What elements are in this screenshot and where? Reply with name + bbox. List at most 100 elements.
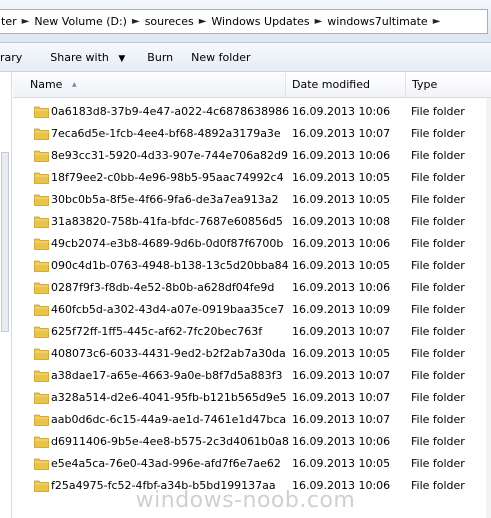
folder-icon <box>34 128 49 140</box>
file-name: e5e4a5ca-76e0-43ad-996e-afd7f6e7ae62 <box>51 457 281 470</box>
file-name: 30bc0b5a-8f5e-4f66-9fa6-de3a7ea913a2 <box>51 193 279 206</box>
file-date-modified: 16.09.2013 10:08 <box>292 215 391 228</box>
list-item[interactable]: aab0d6dc-6c15-44a9-ae1d-7461e1d47bca 16.0… <box>13 409 491 431</box>
file-date-modified: 16.09.2013 10:07 <box>292 413 391 426</box>
folder-icon <box>34 304 49 316</box>
watermark: windows-noob.com <box>135 488 356 513</box>
file-name: 8e93cc31-5920-4d33-907e-744e706a82d9 <box>51 149 288 162</box>
file-name: 625f72ff-1ff5-445c-af62-7fc20bec763f <box>51 325 263 338</box>
file-type: File folder <box>411 193 465 206</box>
folder-icon <box>34 194 49 206</box>
breadcrumb-separator-icon[interactable]: ► <box>313 16 325 27</box>
breadcrumb-windows7ultimate[interactable]: windows7ultimate <box>324 15 430 28</box>
file-type: File folder <box>411 303 465 316</box>
list-item[interactable]: a328a514-d2e6-4041-95fb-b121b565d9e5 16.0… <box>13 387 491 409</box>
file-type: File folder <box>411 105 465 118</box>
list-item[interactable]: 625f72ff-1ff5-445c-af62-7fc20bec763f 16.0… <box>13 321 491 343</box>
list-item[interactable]: d6911406-9b5e-4ee8-b575-2c3d4061b0a8 16.0… <box>13 431 491 453</box>
address-bar: ter ► New Volume (D:) ► soureces ► Windo… <box>0 0 491 43</box>
file-date-modified: 16.09.2013 10:07 <box>292 127 391 140</box>
folder-icon <box>34 414 49 426</box>
folder-icon <box>34 326 49 338</box>
file-date-modified: 16.09.2013 10:05 <box>292 193 391 206</box>
new-folder-button[interactable]: New folder <box>183 51 258 64</box>
column-header-type[interactable]: Type <box>406 73 491 97</box>
folder-icon <box>34 150 49 162</box>
list-item[interactable]: 49cb2074-e3b8-4689-9d6b-0d0f87f6700b 16.0… <box>13 233 491 255</box>
list-item[interactable]: 460fcb5d-a302-43d4-a07e-0919baa35ce7 16.0… <box>13 299 491 321</box>
share-with-label: Share with <box>50 50 109 64</box>
file-name: 460fcb5d-a302-43d4-a07e-0919baa35ce7 <box>51 303 285 316</box>
file-name: aab0d6dc-6c15-44a9-ae1d-7461e1d47bca <box>51 413 287 426</box>
file-type: File folder <box>411 149 465 162</box>
file-date-modified: 16.09.2013 10:05 <box>292 347 391 360</box>
file-date-modified: 16.09.2013 10:06 <box>292 237 391 250</box>
folder-icon <box>34 392 49 404</box>
file-name: 0287f9f3-f8db-4e52-8b0b-a628df04fe9d <box>51 281 275 294</box>
column-header-date-modified[interactable]: Date modified <box>286 73 406 97</box>
folder-icon <box>34 216 49 228</box>
new-folder-label: New folder <box>191 50 251 64</box>
file-name: 18f79ee2-c0bb-4e96-98b5-95aac74992c4 <box>51 171 284 184</box>
folder-icon <box>34 106 49 118</box>
folder-icon <box>34 348 49 360</box>
breadcrumb[interactable]: ter ► New Volume (D:) ► soureces ► Windo… <box>0 9 488 34</box>
list-item[interactable]: e5e4a5ca-76e0-43ad-996e-afd7f6e7ae62 16.0… <box>13 453 491 475</box>
file-type: File folder <box>411 171 465 184</box>
folder-icon <box>34 370 49 382</box>
chevron-down-icon: ▼ <box>118 53 126 64</box>
file-date-modified: 16.09.2013 10:09 <box>292 303 391 316</box>
file-name: 7eca6d5e-1fcb-4ee4-bf68-4892a3179a3e <box>51 127 281 140</box>
file-date-modified: 16.09.2013 10:07 <box>292 325 391 338</box>
list-item[interactable]: 8e93cc31-5920-4d33-907e-744e706a82d9 16.0… <box>13 145 491 167</box>
list-item[interactable]: 0a6183d8-37b9-4e47-a022-4c6878638986 16.0… <box>13 101 491 123</box>
list-item[interactable]: a38dae17-a65e-4663-9a0e-b8f7d5a883f3 16.0… <box>13 365 491 387</box>
file-type: File folder <box>411 127 465 140</box>
breadcrumb-windows-updates[interactable]: Windows Updates <box>208 15 312 28</box>
file-type: File folder <box>411 369 465 382</box>
breadcrumb-separator-icon[interactable]: ► <box>20 16 32 27</box>
column-header-name[interactable]: Name ▲ <box>13 73 286 97</box>
navigation-pane[interactable] <box>0 72 12 518</box>
share-with-button[interactable]: Share with ▼ <box>42 51 133 64</box>
breadcrumb-separator-icon[interactable]: ► <box>197 16 209 27</box>
file-date-modified: 16.09.2013 10:07 <box>292 369 391 382</box>
file-date-modified: 16.09.2013 10:05 <box>292 457 391 470</box>
folder-icon <box>34 260 49 272</box>
file-date-modified: 16.09.2013 10:06 <box>292 281 391 294</box>
list-item[interactable]: 31a83820-758b-41fa-bfdc-7687e60856d5 16.0… <box>13 211 491 233</box>
file-date-modified: 16.09.2013 10:05 <box>292 171 391 184</box>
file-type: File folder <box>411 391 465 404</box>
list-item[interactable]: 18f79ee2-c0bb-4e96-98b5-95aac74992c4 16.0… <box>13 167 491 189</box>
folder-icon <box>34 172 49 184</box>
list-scrollbar[interactable] <box>486 98 491 518</box>
command-bar: rary Share with ▼ Burn New folder <box>0 43 491 72</box>
folder-icon <box>34 436 49 448</box>
list-item[interactable]: 7eca6d5e-1fcb-4ee4-bf68-4892a3179a3e 16.0… <box>13 123 491 145</box>
navigation-scrollbar[interactable] <box>1 152 9 332</box>
file-name: 0a6183d8-37b9-4e47-a022-4c6878638986 <box>51 105 290 118</box>
list-item[interactable]: 090c4d1b-0763-4948-b138-13c5d20bba84 16.0… <box>13 255 491 277</box>
file-name: 49cb2074-e3b8-4689-9d6b-0d0f87f6700b <box>51 237 284 250</box>
file-name: a328a514-d2e6-4041-95fb-b121b565d9e5 <box>51 391 287 404</box>
breadcrumb-separator-icon[interactable]: ► <box>130 16 142 27</box>
list-item[interactable]: 30bc0b5a-8f5e-4f66-9fa6-de3a7ea913a2 16.0… <box>13 189 491 211</box>
list-item[interactable]: 0287f9f3-f8db-4e52-8b0b-a628df04fe9d 16.0… <box>13 277 491 299</box>
breadcrumb-new-volume[interactable]: New Volume (D:) <box>31 15 130 28</box>
file-type: File folder <box>411 325 465 338</box>
file-name: 31a83820-758b-41fa-bfdc-7687e60856d5 <box>51 215 283 228</box>
include-in-library-button[interactable]: rary <box>0 51 30 64</box>
breadcrumb-separator-icon[interactable]: ► <box>431 16 443 27</box>
include-in-library-label: rary <box>0 50 23 64</box>
file-name: 090c4d1b-0763-4948-b138-13c5d20bba84 <box>51 259 289 272</box>
sort-ascending-icon: ▲ <box>71 81 77 88</box>
file-type: File folder <box>411 215 465 228</box>
file-type: File folder <box>411 259 465 272</box>
burn-button[interactable]: Burn <box>139 51 181 64</box>
breadcrumb-computer[interactable]: ter <box>0 15 20 28</box>
breadcrumb-soureces[interactable]: soureces <box>142 15 197 28</box>
file-date-modified: 16.09.2013 10:06 <box>292 435 391 448</box>
file-list: 0a6183d8-37b9-4e47-a022-4c6878638986 16.0… <box>13 101 491 497</box>
file-type: File folder <box>411 237 465 250</box>
list-item[interactable]: 408073c6-6033-4431-9ed2-b2f2ab7a30da 16.0… <box>13 343 491 365</box>
